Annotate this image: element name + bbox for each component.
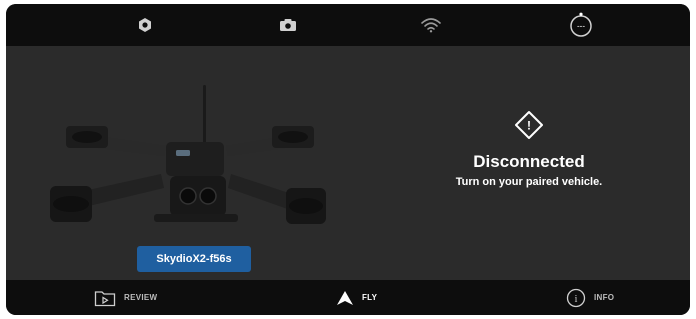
connection-status: ! Disconnected Turn on your paired vehic…: [434, 110, 624, 188]
nav-fly[interactable]: FLY: [336, 280, 377, 315]
camera-button[interactable]: [268, 4, 308, 46]
top-bar: ---: [6, 4, 690, 46]
battery-timer-readout: ---: [577, 22, 585, 31]
nav-fly-label: FLY: [362, 293, 378, 302]
vehicle-name-label: SkydioX2-f56s: [156, 253, 232, 265]
drone-image: [36, 64, 336, 264]
bottom-nav: REVIEW FLY i INFO: [6, 280, 690, 315]
camera-icon: [280, 19, 296, 31]
info-icon: i: [566, 288, 586, 307]
warning-diamond-icon: !: [515, 111, 543, 139]
settings-icon: [139, 18, 151, 32]
nav-info[interactable]: i INFO: [566, 280, 614, 315]
wifi-button[interactable]: [411, 4, 451, 46]
battery-timer-button[interactable]: ---: [561, 4, 601, 46]
warning-glyph: !: [527, 119, 531, 133]
nav-info-label: INFO: [594, 293, 615, 302]
wifi-icon: [421, 18, 441, 33]
main-panel: SkydioX2-f56s ! Disconnected Turn on you…: [6, 46, 690, 280]
vehicle-name-button[interactable]: SkydioX2-f56s: [137, 246, 251, 272]
battery-timer-icon: ---: [570, 12, 592, 37]
nav-review[interactable]: REVIEW: [94, 280, 157, 315]
review-folder-icon: [94, 290, 116, 306]
status-subtitle: Turn on your paired vehicle.: [455, 176, 603, 188]
settings-button[interactable]: [125, 4, 165, 46]
status-title: Disconnected: [473, 152, 585, 171]
nav-review-label: REVIEW: [124, 293, 158, 302]
app-window: --- SkydioX2-f56s ! Disconnected Turn on…: [6, 4, 690, 315]
info-glyph: i: [575, 294, 578, 305]
fly-arrow-icon: [337, 290, 353, 305]
